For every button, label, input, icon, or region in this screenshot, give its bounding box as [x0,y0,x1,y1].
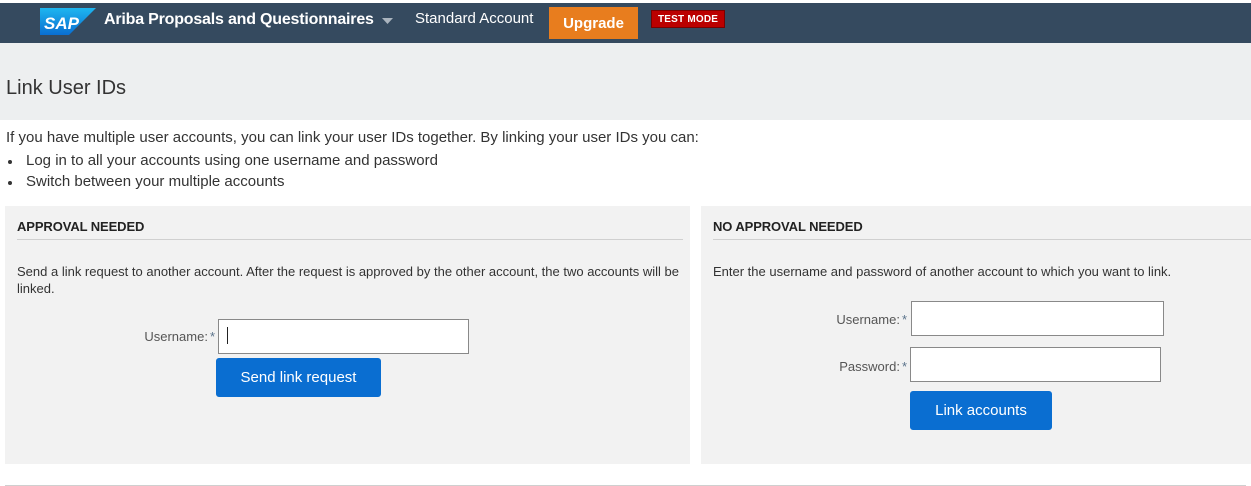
list-item: Switch between your multiple accounts [6,171,438,192]
account-type: Standard Account [415,10,534,27]
sap-logo-icon: SAP [40,8,96,35]
no-approval-needed-panel: NO APPROVAL NEEDED Enter the username an… [701,206,1251,464]
shell-bar: SAP Ariba Proposals and Questionnaires S… [0,0,1251,43]
panel-title: APPROVAL NEEDED [17,219,145,234]
sap-logo[interactable]: SAP [40,8,96,35]
panel-description: Send a link request to another account. … [17,264,679,296]
approval-needed-panel: APPROVAL NEEDED Send a link request to a… [5,206,690,464]
sap-logo-text: SAP [44,14,80,33]
send-link-request-button[interactable]: Send link request [216,358,381,397]
required-marker: * [901,359,907,374]
product-switcher[interactable]: Ariba Proposals and Questionnaires [104,10,393,30]
password-input[interactable] [910,347,1161,382]
upgrade-button[interactable]: Upgrade [549,7,638,39]
username-input[interactable] [911,301,1164,336]
panel-description: Enter the username and password of anoth… [713,264,1172,279]
test-mode-badge: TEST MODE [651,10,726,28]
username-label: Username: * [144,329,215,344]
bullet-icon [8,160,12,164]
intro-text: If you have multiple user accounts, you … [6,129,699,146]
panel-divider [17,239,683,240]
panel-divider [713,239,1251,240]
benefits-list: Log in to all your accounts using one us… [6,150,438,192]
list-item: Log in to all your accounts using one us… [6,150,438,171]
username-label: Username: * [836,312,907,327]
required-marker: * [209,329,215,344]
bullet-icon [8,181,12,185]
app-title: Ariba Proposals and Questionnaires [104,11,374,28]
page-header: Link User IDs [0,43,1251,120]
panel-title: NO APPROVAL NEEDED [713,219,863,234]
username-input[interactable] [218,319,469,354]
required-marker: * [901,312,907,327]
link-accounts-button[interactable]: Link accounts [910,391,1052,430]
password-label: Password: * [839,359,907,374]
chevron-down-icon [381,12,393,30]
page-title: Link User IDs [6,77,127,99]
text-caret [227,327,228,344]
